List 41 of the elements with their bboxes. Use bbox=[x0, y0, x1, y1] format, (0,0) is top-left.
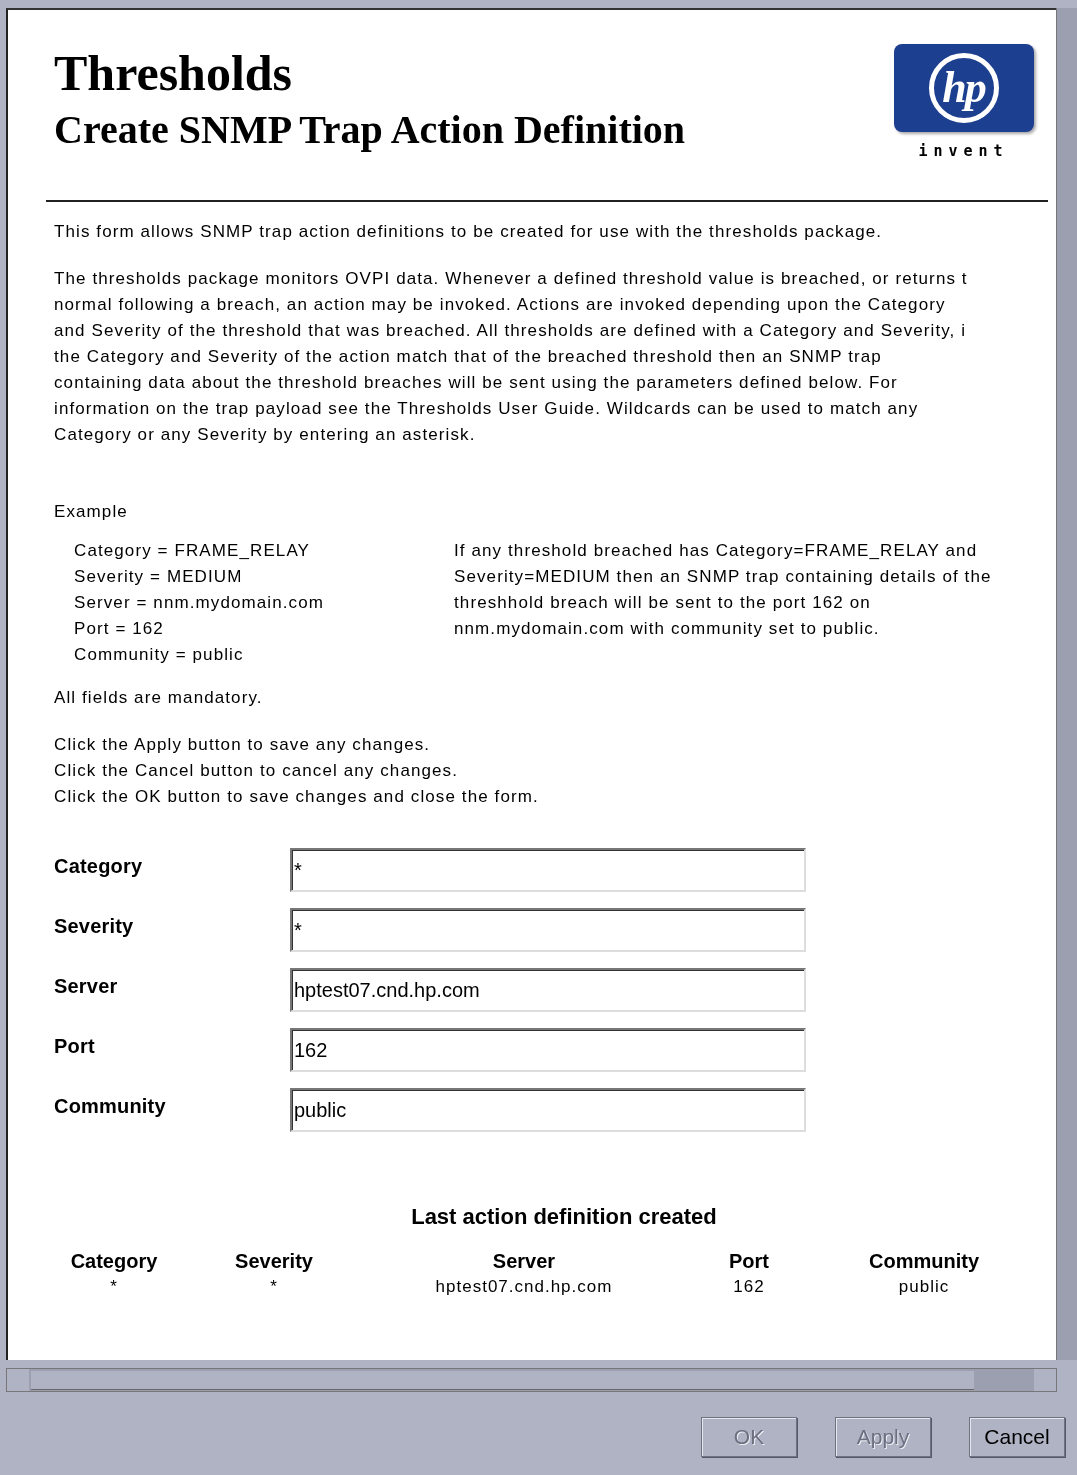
column-header: Severity bbox=[234, 1250, 314, 1273]
example-setting: Community = public bbox=[74, 644, 245, 666]
table-cell-text: hptest07.cnd.hp.com bbox=[434, 1277, 614, 1297]
input-field[interactable]: * bbox=[290, 848, 806, 892]
example-setting: Server = nnm.mydomain.com bbox=[74, 592, 325, 614]
cancel-button[interactable]: Cancel bbox=[969, 1417, 1065, 1457]
instruction-text: Click the Apply button to save any changes. bbox=[54, 734, 432, 756]
field-label: Severity bbox=[54, 914, 135, 939]
table-cell-text: public bbox=[897, 1277, 951, 1297]
example-explanation: If any threshold breached has Category=FRAME_RELAY and Severity=MEDIUM then an SNMP trap containing details of the threshhold breach will be sent to the port 162 on nnm.mydomain.com with community set to public. bbox=[454, 540, 992, 640]
instruction-text: Click the OK button to save changes and close the form. bbox=[54, 786, 540, 808]
input-field[interactable]: hptest07.cnd.hp.com bbox=[290, 968, 806, 1012]
table-cell-text: * bbox=[109, 1277, 119, 1297]
example-setting: Category = FRAME_RELAY bbox=[74, 540, 311, 562]
mandatory-note: All fields are mandatory. bbox=[54, 688, 264, 708]
intro-text: This form allows SNMP trap action definitions to be created for use with the thresholds package. bbox=[54, 222, 884, 242]
field-label: Community bbox=[54, 1094, 167, 1119]
table-cell-text: * bbox=[269, 1277, 279, 1297]
field-label: Server bbox=[54, 974, 119, 999]
logo-tagline: invent bbox=[918, 142, 1009, 160]
section-title: Last action definition created bbox=[410, 1204, 718, 1230]
column-header: Server bbox=[491, 1250, 557, 1273]
example-heading: Example bbox=[54, 502, 129, 522]
input-field[interactable]: public bbox=[290, 1088, 806, 1132]
example-setting: Severity = MEDIUM bbox=[74, 566, 244, 588]
field-label: Category bbox=[54, 854, 144, 879]
vertical-scrollbar[interactable] bbox=[1056, 8, 1077, 1360]
input-field[interactable]: 162 bbox=[290, 1028, 806, 1072]
description-paragraph: The thresholds package monitors OVPI data. Whenever a defined threshold value is breached, or returns t normal following a breach, an action may be invoked. Actions are invoked depending upon the Category and Severity of the threshold that was breached. All thresholds are defined with a Category and Severity, i the Category and Severity of the action match that of the breached threshold then an SNMP trap containing data about the threshold breaches will be sent using the parameters defined below. For information on the trap payload see the Thresholds User Guide. Wildcards can be used to match any Category or any Severity by entering an asterisk. bbox=[54, 268, 969, 446]
example-setting: Port = 162 bbox=[74, 618, 165, 640]
table-cell-text: 162 bbox=[732, 1277, 766, 1297]
horizontal-scrollbar[interactable] bbox=[6, 1368, 1057, 1392]
page-title: Thresholds bbox=[54, 44, 294, 102]
input-field[interactable]: * bbox=[290, 908, 806, 952]
page-subtitle: Create SNMP Trap Action Definition bbox=[54, 106, 686, 153]
instruction-text: Click the Cancel button to cancel any changes. bbox=[54, 760, 460, 782]
column-header: Category bbox=[69, 1250, 159, 1273]
logo-mark: hp bbox=[942, 66, 985, 110]
column-header: Port bbox=[728, 1250, 770, 1273]
field-label: Port bbox=[54, 1034, 96, 1059]
column-header: Community bbox=[868, 1250, 980, 1273]
